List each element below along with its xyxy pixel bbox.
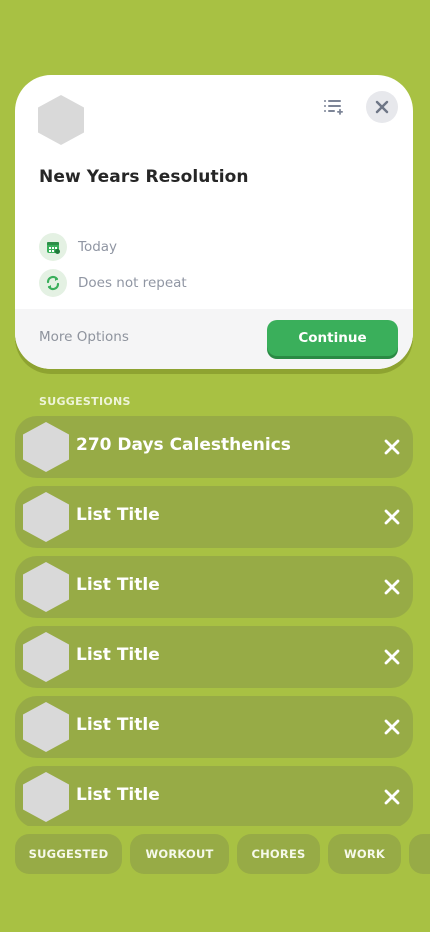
close-icon <box>375 100 389 114</box>
suggestion-item[interactable]: List Title <box>15 626 413 688</box>
screen: New Years Resolution Today Does not repe… <box>0 0 430 932</box>
repeat-icon <box>39 269 67 297</box>
suggestion-title: List Title <box>76 715 160 735</box>
x-icon[interactable] <box>383 508 401 526</box>
x-icon[interactable] <box>383 578 401 596</box>
repeat-label: Does not repeat <box>78 275 187 291</box>
suggestion-icon-placeholder <box>23 632 69 682</box>
list-add-icon[interactable] <box>322 96 344 118</box>
tab-work[interactable]: WORK <box>328 834 401 874</box>
suggestion-icon-placeholder <box>23 492 69 542</box>
date-row[interactable]: Today <box>39 233 117 261</box>
close-button[interactable] <box>366 91 398 123</box>
suggestion-title: List Title <box>76 575 160 595</box>
suggestion-item[interactable]: List Title <box>15 486 413 548</box>
repeat-row[interactable]: Does not repeat <box>39 269 187 297</box>
more-options-link[interactable]: More Options <box>39 329 129 345</box>
calendar-icon <box>39 233 67 261</box>
suggestion-title: List Title <box>76 645 160 665</box>
suggestion-item[interactable]: 270 Days Calesthenics <box>15 416 413 478</box>
suggestion-icon-placeholder <box>23 702 69 752</box>
suggestion-title: List Title <box>76 505 160 525</box>
suggestion-icon-placeholder <box>23 772 69 822</box>
tab-workout[interactable]: WORKOUT <box>130 834 229 874</box>
continue-button[interactable]: Continue <box>267 320 398 356</box>
card-footer: More Options Continue <box>15 309 413 369</box>
suggestion-item[interactable]: List Title <box>15 766 413 828</box>
tab-suggested[interactable]: SUGGESTED <box>15 834 122 874</box>
suggestion-title: List Title <box>76 785 160 805</box>
x-icon[interactable] <box>383 648 401 666</box>
x-icon[interactable] <box>383 718 401 736</box>
suggestion-item[interactable]: List Title <box>15 556 413 618</box>
tab-chores[interactable]: CHORES <box>237 834 320 874</box>
new-list-card: New Years Resolution Today Does not repe… <box>15 75 413 369</box>
list-title[interactable]: New Years Resolution <box>39 167 249 187</box>
suggestion-icon-placeholder <box>23 562 69 612</box>
x-icon[interactable] <box>383 438 401 456</box>
tab-next-partial[interactable] <box>409 834 430 874</box>
suggestion-icon-placeholder <box>23 422 69 472</box>
suggestion-title: 270 Days Calesthenics <box>76 435 291 455</box>
date-label: Today <box>78 239 118 255</box>
x-icon[interactable] <box>383 788 401 806</box>
list-icon-placeholder[interactable] <box>38 95 84 145</box>
suggestions-heading: SUGGESTIONS <box>39 395 131 408</box>
suggestion-item[interactable]: List Title <box>15 696 413 758</box>
category-tabbar: SUGGESTED WORKOUT CHORES WORK <box>0 826 430 882</box>
